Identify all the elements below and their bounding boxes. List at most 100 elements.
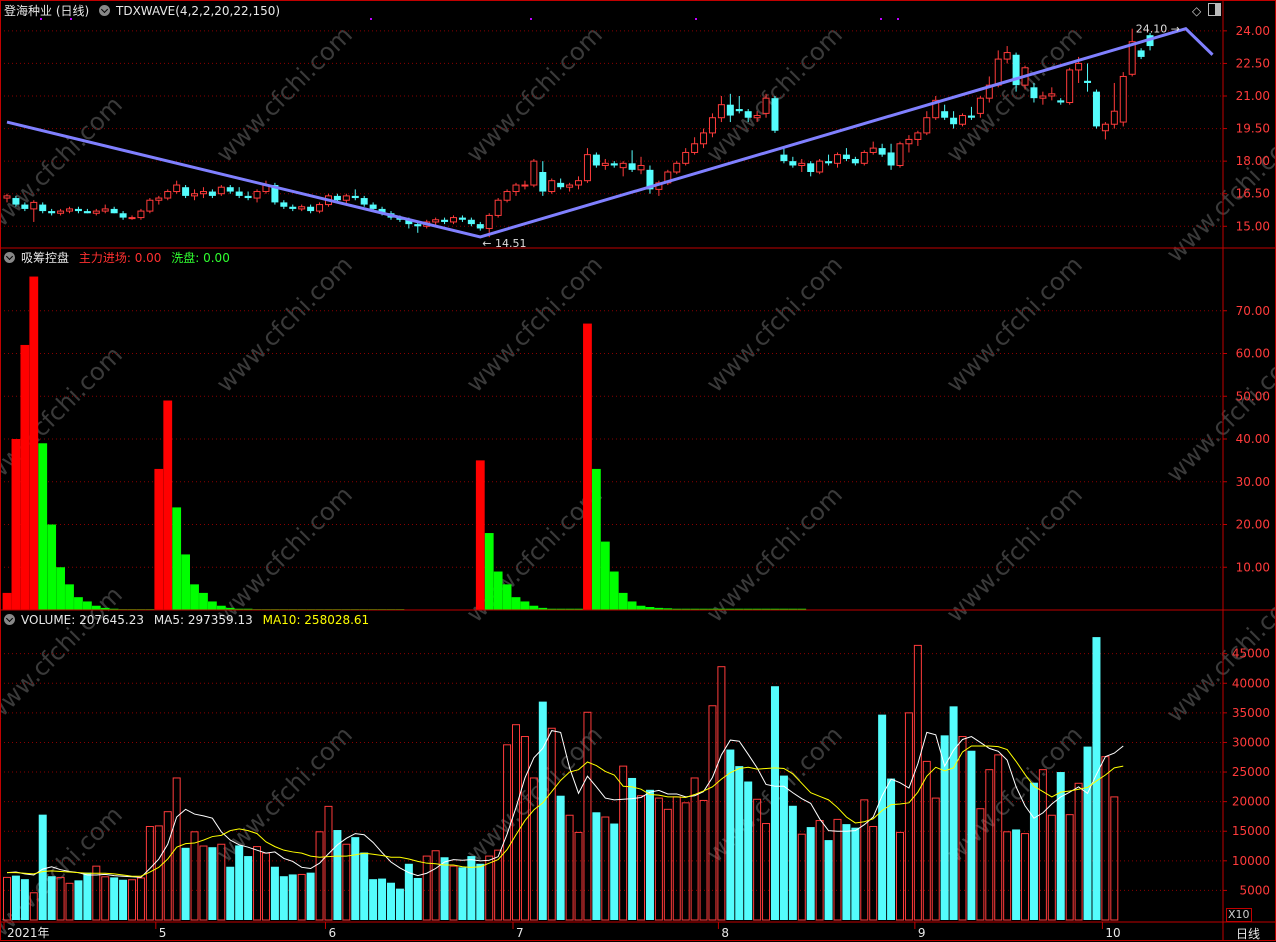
candle-body-down [441,219,449,222]
watermark-text: www.cfchi.com [941,481,1088,628]
candle-body-down [74,208,82,212]
washout-bar [511,597,521,610]
volume-bar-up [762,823,771,921]
volume-bar-up [869,825,878,921]
candle-body-down [539,172,547,192]
x-month-label: 9 [918,926,926,940]
candle-body-up [128,217,136,220]
wave-indicator-label[interactable]: TDXWAVE(4,2,2,20,22,150) [116,4,280,18]
candle-body-up [1039,95,1047,99]
price-tick-label: 22.50 [1236,56,1270,70]
volume-bar-up [931,797,940,921]
volume-bar-up [815,820,824,921]
volume-bar-down [208,847,217,920]
candle-body-up [342,195,350,201]
volume-bar-up [1003,831,1012,921]
window-toggle-icon[interactable] [1208,3,1221,16]
volume-unit-label: X10 [1226,908,1252,922]
volume-bar-up [485,855,494,921]
vol-tick-label: 35000 [1232,706,1270,720]
candle-body-down [21,204,29,209]
volume-bar-up [520,736,529,921]
volume-bar-up [681,802,690,921]
price-tick-label: 15.00 [1236,219,1270,233]
volume-bar-up [101,876,110,921]
candle-body-up [833,154,841,164]
candle-body-up [66,208,74,212]
volume-bar-up [833,818,842,921]
candle-body-up [976,97,984,114]
volume-bar-down [467,856,476,920]
candle-body-up [994,58,1002,86]
period-label[interactable]: 日线 [1236,925,1260,942]
candle-body-up [682,151,690,164]
vol-tick-label: 25000 [1232,765,1270,779]
candle-body-up [57,210,65,214]
x-month-label: 7 [516,926,524,940]
volume-bar-down [887,778,896,920]
acc-tick-label: 40.00 [1236,432,1270,446]
volume-bar-up [637,795,646,921]
candle-body-up [566,184,574,188]
acc-tick-label: 50.00 [1236,389,1270,403]
x-month-label: 8 [721,926,729,940]
chart-canvas[interactable]: www.cfchi.com www.cfchi.com www.cfchi.com w… [0,0,1276,941]
indicator-menu-chevron-icon[interactable] [99,5,111,16]
candle-body-down [467,219,475,225]
volume-bar-down [735,766,744,920]
volume-bar-down [47,876,56,920]
candle-body-down [610,163,618,166]
indicator-menu-chevron-icon[interactable] [4,614,15,625]
volume-bar-down [1029,782,1038,920]
washout-bar [529,605,539,610]
volume-bar-down [806,827,815,920]
diamond-icon[interactable]: ◇ [1192,4,1201,18]
watermark-text: www.cfchi.com [941,251,1088,398]
candle-body-up [30,201,38,210]
watermark-text: www.cfchi.com [701,251,848,398]
price-tick-label: 16.50 [1236,187,1270,201]
candle-body-up [512,184,520,193]
candle-body-down [941,111,949,118]
volume-bar-down [592,812,601,920]
candle-body-down [825,161,833,164]
volume-bar-up [1021,833,1030,921]
accumulation-title[interactable]: 吸筹控盘 [21,251,69,265]
volume-bar-down [476,863,485,920]
volume-bar-down [413,877,422,920]
candle-body-down [458,217,466,220]
candle-body-down [289,206,297,209]
volume-bar-up [797,833,806,921]
volume-bar-down [967,750,976,920]
volume-bar-up [663,808,672,921]
accumulation-panel [2,276,807,611]
indicator-menu-chevron-icon[interactable] [4,252,15,263]
washout-bar [47,524,57,610]
vol-tick-label: 10000 [1232,854,1270,868]
candle-body-up [601,162,609,166]
candle-body-up [432,219,440,223]
volume-bar-up [1074,782,1083,921]
candle-body-up [896,143,904,166]
candle-body-up [217,186,225,195]
washout-bar [38,443,48,610]
candle-body-down [476,224,484,229]
volume-bar-down [878,714,887,920]
high-price-label: 24.10 → [1136,23,1180,36]
volume-bar-down [83,872,92,920]
watermark-text: www.cfchi.com [1161,341,1276,488]
washout-bar [82,601,92,610]
candle-body-up [753,115,761,119]
volume-bar-up [896,831,904,921]
candle-body-down [726,104,734,116]
candle-body-down [119,213,127,218]
candle-body-down [592,154,600,166]
volume-bar-up [601,816,610,921]
candle-body-down [967,115,975,118]
candle-body-up [530,160,538,186]
candle-body-up [575,180,583,186]
candle-body-down [48,211,56,214]
volume-bar-up [154,825,163,921]
volume-bar-up [199,845,208,921]
volume-value[interactable]: VOLUME: 207645.23 [21,613,144,627]
